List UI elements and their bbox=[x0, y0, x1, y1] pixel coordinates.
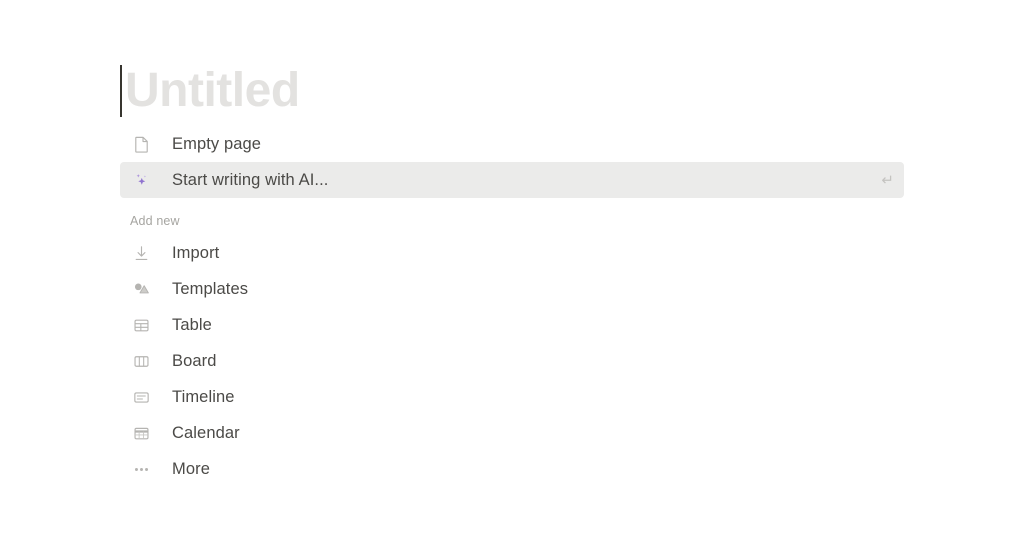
menu-item-label: Templates bbox=[172, 279, 249, 298]
menu-item-label: Table bbox=[172, 315, 212, 334]
menu-item-label: Import bbox=[172, 243, 220, 262]
timeline-icon bbox=[130, 386, 152, 408]
menu-item-import[interactable]: Import bbox=[120, 235, 904, 271]
enter-key-icon: ↵ bbox=[881, 171, 894, 189]
menu-item-start-writing-with-ai[interactable]: Start writing with AI... ↵ bbox=[120, 162, 904, 198]
new-page-canvas: Untitled Empty page Start writing with A… bbox=[0, 0, 1024, 542]
menu-item-calendar[interactable]: Calendar bbox=[120, 415, 904, 451]
shapes-icon bbox=[130, 278, 152, 300]
calendar-icon bbox=[130, 422, 152, 444]
menu-item-more[interactable]: More bbox=[120, 451, 904, 487]
page-title-row[interactable]: Untitled bbox=[120, 58, 300, 124]
menu-item-label: Start writing with AI... bbox=[172, 170, 329, 189]
download-arrow-icon bbox=[130, 242, 152, 264]
menu-item-label: More bbox=[172, 459, 210, 478]
table-grid-icon bbox=[130, 314, 152, 336]
ellipsis-icon bbox=[130, 458, 152, 480]
page-icon bbox=[130, 133, 152, 155]
menu-item-templates[interactable]: Templates bbox=[120, 271, 904, 307]
menu-item-timeline[interactable]: Timeline bbox=[120, 379, 904, 415]
text-caret bbox=[120, 65, 122, 117]
section-label-add-new: Add new bbox=[130, 214, 180, 228]
menu-item-board[interactable]: Board bbox=[120, 343, 904, 379]
board-columns-icon bbox=[130, 350, 152, 372]
menu-item-label: Board bbox=[172, 351, 217, 370]
menu-item-label: Calendar bbox=[172, 423, 240, 442]
menu-item-empty-page[interactable]: Empty page bbox=[120, 126, 904, 162]
menu-item-label: Empty page bbox=[172, 134, 262, 153]
menu-item-label: Timeline bbox=[172, 387, 235, 406]
menu-item-table[interactable]: Table bbox=[120, 307, 904, 343]
sparkle-ai-icon bbox=[130, 169, 152, 191]
new-page-menu: Empty page Start writing with AI... ↵ Ad… bbox=[120, 126, 904, 487]
page-title-placeholder: Untitled bbox=[125, 64, 300, 117]
